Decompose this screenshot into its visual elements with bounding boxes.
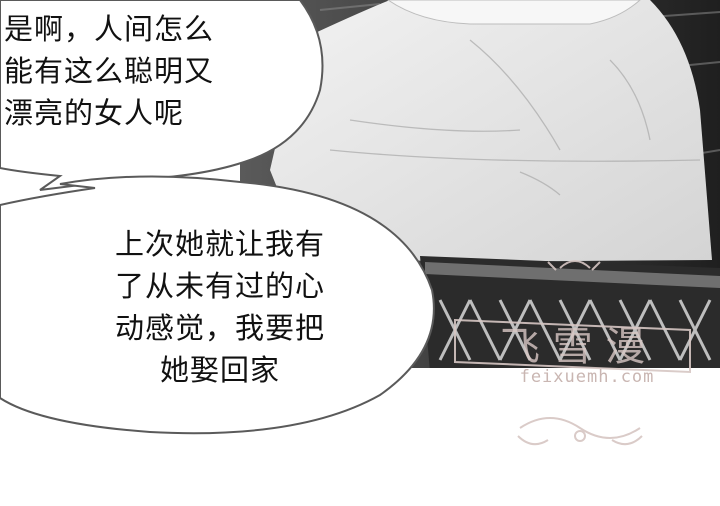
speech-line: 上次她就让我有 (114, 227, 325, 261)
watermark-url: feixuemh.com (519, 367, 655, 387)
speech-line: 动感觉，我要把 (114, 311, 325, 345)
speech-text-bottom: 上次她就让我有 了从未有过的心 动感觉，我要把 她娶回家 (40, 223, 400, 391)
comic-panel: 飞 雪 漫 是啊，人间怎么 能有这么聪明又 漂亮的女人呢 上次她就让我有 了从未… (0, 0, 720, 506)
speech-line: 她娶回家 (159, 353, 280, 387)
speech-line: 了从未有过的心 (114, 269, 325, 303)
speech-line: 是啊，人间怎么 (4, 12, 215, 46)
speech-text-top: 是啊，人间怎么 能有这么聪明又 漂亮的女人呢 (4, 8, 294, 134)
speech-line: 能有这么聪明又 (4, 54, 215, 88)
speech-line: 漂亮的女人呢 (4, 96, 185, 130)
watermark-logo-glyphs: 飞 雪 漫 (500, 324, 645, 370)
